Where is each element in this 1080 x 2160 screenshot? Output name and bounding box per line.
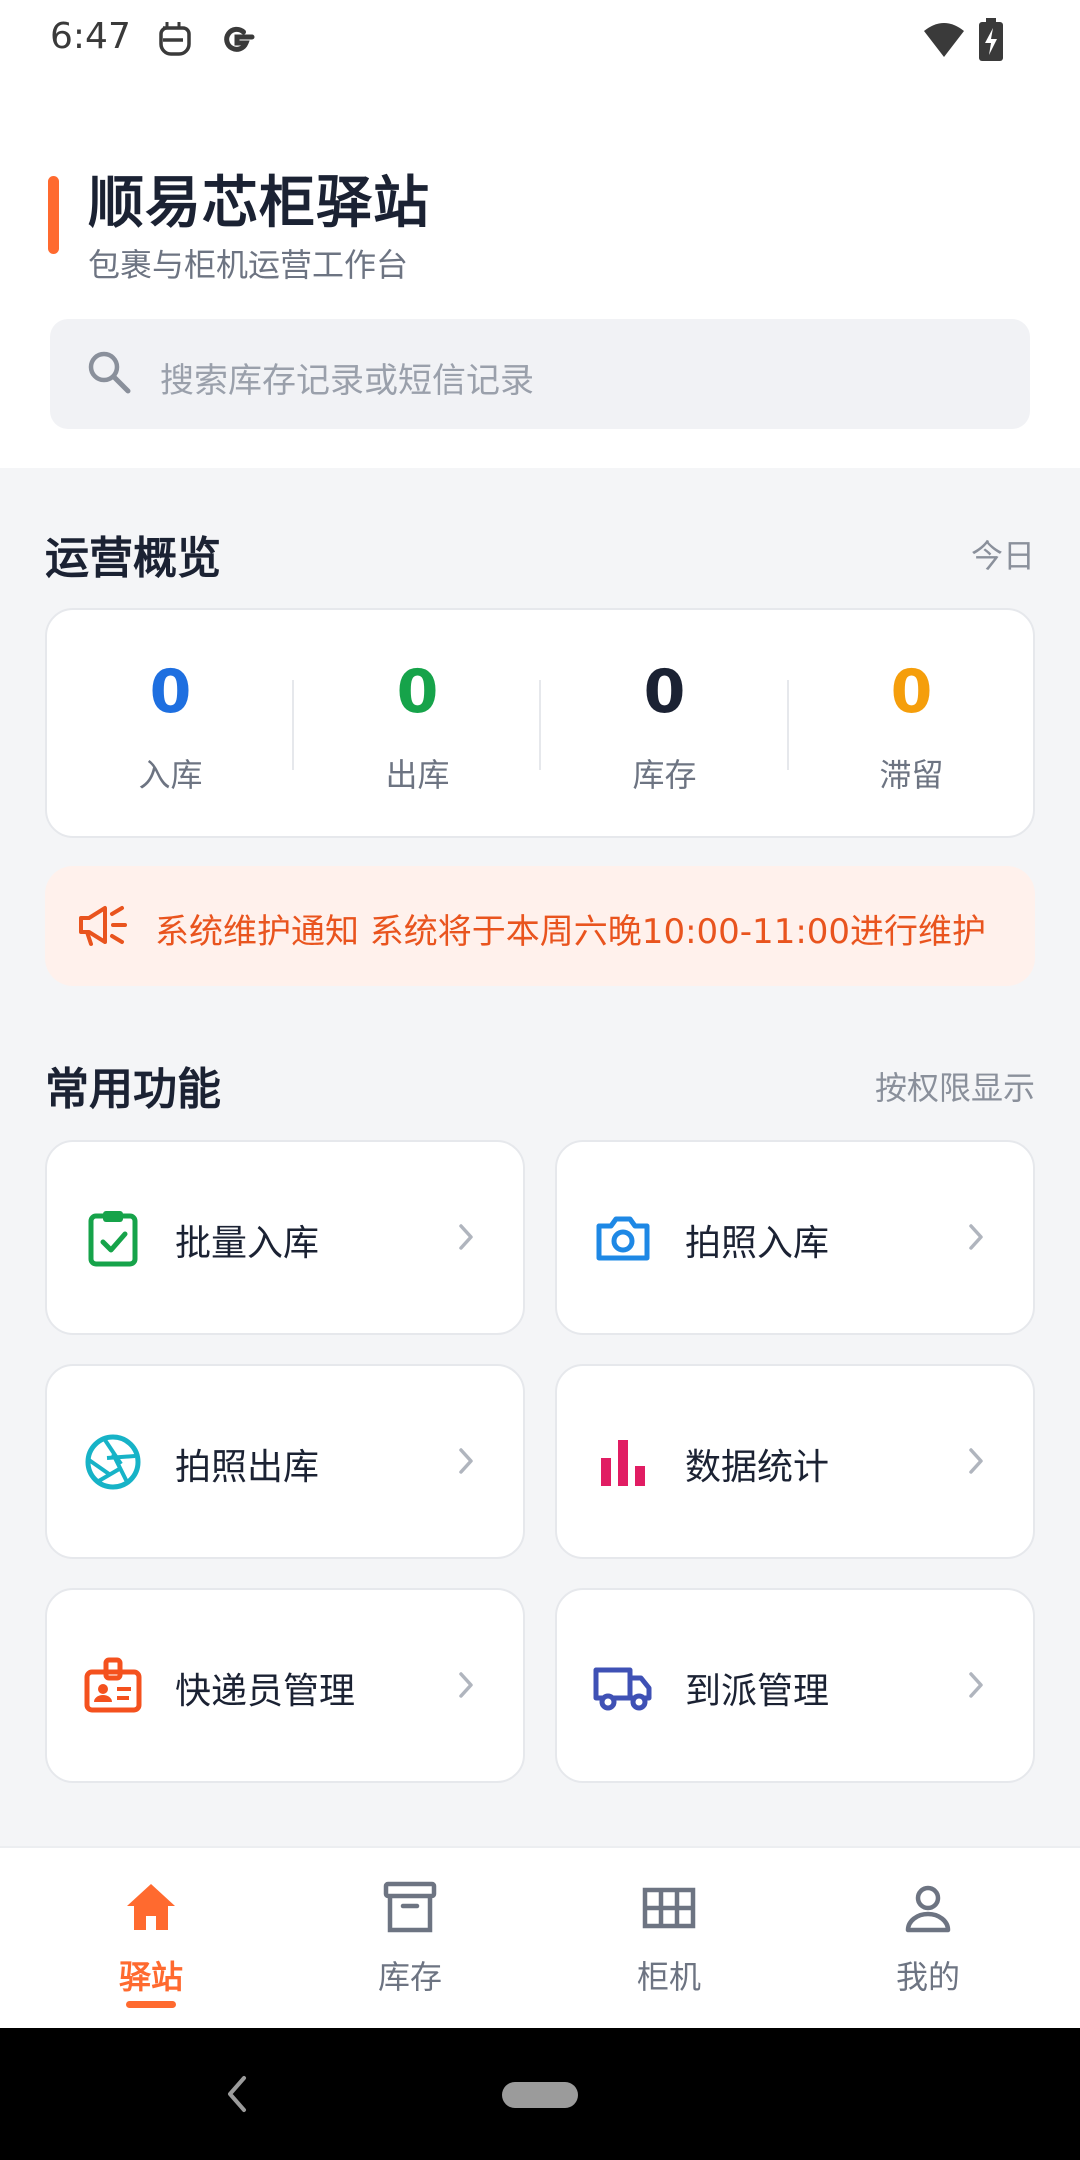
stat-inbound[interactable]: 0 入库 [47,610,294,840]
nav-item-locker[interactable]: 柜机 [534,1848,804,2030]
home-icon [121,1878,181,1938]
nav-label: 驿站 [118,1958,183,1996]
header: 顺易芯柜驿站 包裹与柜机运营工作台 搜索库存记录或短信记录 [0,80,1080,468]
camera-icon [593,1208,653,1268]
battery-charging-icon [978,18,1004,62]
nav-item-inventory[interactable]: 库存 [275,1848,545,2030]
robot-notification-icon [155,18,191,62]
aperture-icon [83,1432,143,1492]
home-pill-button[interactable] [502,2082,578,2108]
system-navigation-bar [0,2028,1080,2160]
megaphone-icon [77,900,129,954]
title-accent-bar [48,176,59,254]
grid-icon [639,1878,699,1938]
feature-photo-outbound[interactable]: 拍照出库 [45,1364,525,1559]
notice-banner[interactable]: 系统维护通知 系统将于本周六晚10:00-11:00进行维护 [45,866,1035,986]
chevron-right-icon [967,1222,985,1256]
tile-label: 拍照入库 [685,1223,830,1264]
page-title: 顺易芯柜驿站 [88,171,430,236]
stat-value: 0 [396,657,439,727]
tile-label: 批量入库 [175,1223,320,1264]
search-placeholder: 搜索库存记录或短信记录 [160,361,534,401]
search-icon [86,349,132,399]
chevron-right-icon [967,1446,985,1480]
page-subtitle: 包裹与柜机运营工作台 [88,246,409,284]
google-icon [218,18,256,62]
stat-value: 0 [643,657,686,727]
tile-label: 拍照出库 [175,1447,320,1488]
stat-inventory[interactable]: 0 库存 [541,610,788,840]
feature-photo-inbound[interactable]: 拍照入库 [555,1140,1035,1335]
status-bar: 6:47 [0,0,1080,80]
feature-dispatch-management[interactable]: 到派管理 [555,1588,1035,1783]
notice-text: 系统维护通知 系统将于本周六晚10:00-11:00进行维护 [155,912,987,952]
stat-label: 滞留 [879,756,944,794]
features-aside: 按权限显示 [874,1069,1035,1107]
chevron-right-icon [457,1222,475,1256]
chevron-right-icon [457,1670,475,1704]
tile-label: 数据统计 [685,1447,830,1488]
feature-batch-inbound[interactable]: 批量入库 [45,1140,525,1335]
archive-box-icon [380,1878,440,1938]
stat-value: 0 [890,657,933,727]
nav-item-station[interactable]: 驿站 [16,1848,286,2030]
overview-period[interactable]: 今日 [971,531,1035,577]
stat-outbound[interactable]: 0 出库 [294,610,541,840]
stat-label: 入库 [138,756,203,794]
bar-chart-icon [593,1432,653,1492]
stat-retained[interactable]: 0 滞留 [788,610,1035,840]
screen: 6:47 顺易芯柜驿站 包裹与柜机运营工作台 搜索库存记录或短信记录 运营概览 … [0,0,1080,2160]
stat-value: 0 [149,657,192,727]
chevron-right-icon [967,1670,985,1704]
feature-data-statistics[interactable]: 数据统计 [555,1364,1035,1559]
nav-label: 库存 [377,1958,442,1996]
overview-title: 运营概览 [45,533,221,584]
chevron-right-icon [457,1446,475,1480]
stat-label: 库存 [632,756,697,794]
stat-label: 出库 [385,756,450,794]
truck-icon [593,1656,653,1716]
features-title: 常用功能 [45,1064,221,1115]
search-input[interactable]: 搜索库存记录或短信记录 [50,319,1030,429]
feature-courier-management[interactable]: 快递员管理 [45,1588,525,1783]
back-arrow-icon[interactable] [222,2072,252,2120]
nav-label: 我的 [895,1958,960,1996]
id-badge-icon [83,1656,143,1716]
user-icon [898,1878,958,1938]
tile-label: 到派管理 [685,1671,830,1712]
bottom-nav: 驿站 库存 柜机 我的 [0,1846,1080,2028]
status-time: 6:47 [50,16,131,57]
active-indicator [126,2001,176,2008]
clipboard-check-icon [83,1208,143,1268]
overview-card: 0 入库 0 出库 0 库存 0 滞留 [45,608,1035,838]
tile-label: 快递员管理 [175,1671,356,1712]
wifi-icon [922,18,966,62]
nav-label: 柜机 [636,1958,701,1996]
nav-item-profile[interactable]: 我的 [793,1848,1063,2030]
